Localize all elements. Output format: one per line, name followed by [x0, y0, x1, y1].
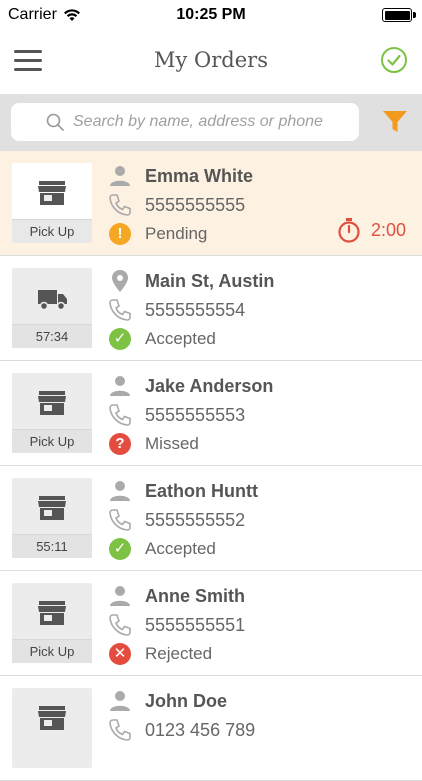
pending-status-icon: ! — [109, 223, 131, 245]
order-eta-label: 57:34 — [12, 324, 92, 348]
customer-name: Anne Smith — [145, 586, 246, 606]
timer-value: 2:00 — [370, 219, 406, 240]
search-bar — [0, 94, 422, 151]
truck-icon — [38, 290, 67, 311]
order-type-badge: 55:11 — [12, 478, 92, 558]
order-type-label: Pick Up — [12, 639, 92, 663]
order-status: Accepted — [145, 329, 216, 348]
order-type-badge: Pick Up — [12, 583, 92, 663]
person-icon — [108, 164, 132, 188]
search-input[interactable] — [73, 113, 353, 131]
status-bar: Carrier 10:25 PM — [0, 0, 422, 30]
person-icon — [108, 584, 132, 608]
accepted-status-icon: ✓ — [109, 538, 131, 560]
order-type-badge — [12, 688, 92, 768]
person-icon — [108, 689, 132, 713]
order-type-badge: Pick Up — [12, 163, 92, 243]
store-icon — [38, 601, 66, 625]
store-icon — [38, 496, 66, 520]
customer-name: Emma White — [145, 166, 254, 186]
orders-list: Pick Up ! Emma White 5555555555 Pending — [0, 151, 422, 781]
order-status: Accepted — [145, 539, 216, 558]
order-type-label: Pick Up — [12, 429, 92, 453]
filter-icon[interactable] — [382, 109, 408, 135]
order-row[interactable]: Pick Up ! Emma White 5555555555 Pending — [0, 151, 422, 256]
countdown-timer: 2:00 — [337, 217, 406, 243]
customer-name: Eathon Huntt — [145, 481, 258, 501]
customer-phone: 5555555553 — [145, 405, 246, 425]
phone-icon — [108, 403, 132, 427]
search-icon — [46, 113, 64, 131]
person-icon — [108, 374, 132, 398]
order-status: Missed — [145, 434, 199, 453]
customer-name: Jake Anderson — [145, 376, 274, 396]
order-row[interactable]: 55:11 ✓ Eathon Huntt 5555555552 Accepted — [0, 466, 422, 571]
customer-name: John Doe — [145, 691, 228, 711]
phone-icon — [108, 298, 132, 322]
order-status: Pending — [145, 224, 208, 243]
location-pin-icon — [108, 269, 132, 293]
check-circle-icon[interactable] — [380, 46, 408, 74]
customer-phone: 5555555555 — [145, 195, 246, 215]
phone-icon — [108, 613, 132, 637]
order-row[interactable]: 57:34 ✓ Main St, Austin 5555555554 Accep… — [0, 256, 422, 361]
order-row[interactable]: Pick Up ✕ Anne Smith 5555555551 Rejected — [0, 571, 422, 676]
store-icon — [38, 391, 66, 415]
phone-icon — [108, 508, 132, 532]
delivery-address: Main St, Austin — [145, 271, 275, 291]
battery-icon — [382, 8, 416, 22]
store-icon — [38, 706, 66, 730]
person-icon — [108, 479, 132, 503]
clock: 10:25 PM — [176, 6, 246, 23]
customer-phone: 5555555552 — [145, 510, 246, 530]
page-title: My Orders — [154, 48, 268, 72]
order-status: Rejected — [145, 644, 213, 663]
customer-phone: 5555555554 — [145, 300, 246, 320]
order-row[interactable]: Pick Up ? Jake Anderson 5555555553 Misse… — [0, 361, 422, 466]
phone-icon — [108, 718, 132, 742]
order-eta-label: 55:11 — [12, 534, 92, 558]
rejected-status-icon: ✕ — [109, 643, 131, 665]
missed-status-icon: ? — [109, 433, 131, 455]
customer-phone: 5555555551 — [145, 615, 246, 635]
order-row[interactable]: John Doe 0123 456 789 — [0, 676, 422, 781]
order-type-badge: 57:34 — [12, 268, 92, 348]
phone-icon — [108, 193, 132, 217]
navigation-bar: My Orders — [0, 30, 422, 94]
order-type-label: Pick Up — [12, 219, 92, 243]
store-icon — [38, 181, 66, 205]
customer-phone: 0123 456 789 — [145, 720, 256, 740]
search-box[interactable] — [11, 103, 359, 141]
order-type-badge: Pick Up — [12, 373, 92, 453]
stopwatch-icon — [338, 218, 360, 243]
accepted-status-icon: ✓ — [109, 328, 131, 350]
